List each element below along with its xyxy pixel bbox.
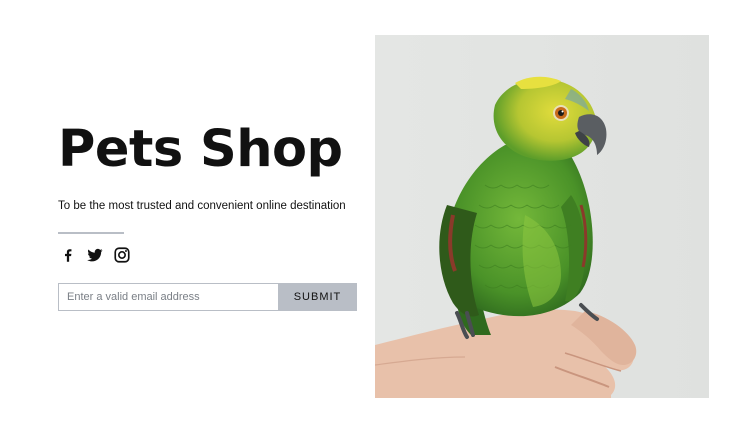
social-links	[59, 246, 131, 264]
page-title: Pets Shop	[58, 120, 343, 179]
page-subtitle: To be the most trusted and convenient on…	[58, 200, 346, 212]
divider	[58, 232, 124, 234]
instagram-icon[interactable]	[113, 246, 131, 264]
twitter-icon[interactable]	[86, 246, 104, 264]
parrot-image	[375, 35, 709, 398]
submit-button[interactable]: SUBMIT	[278, 283, 357, 311]
email-input[interactable]	[58, 283, 278, 311]
facebook-icon[interactable]	[59, 246, 77, 264]
newsletter-form: SUBMIT	[58, 283, 357, 311]
hero-content: Pets Shop To be the most trusted and con…	[58, 0, 368, 434]
